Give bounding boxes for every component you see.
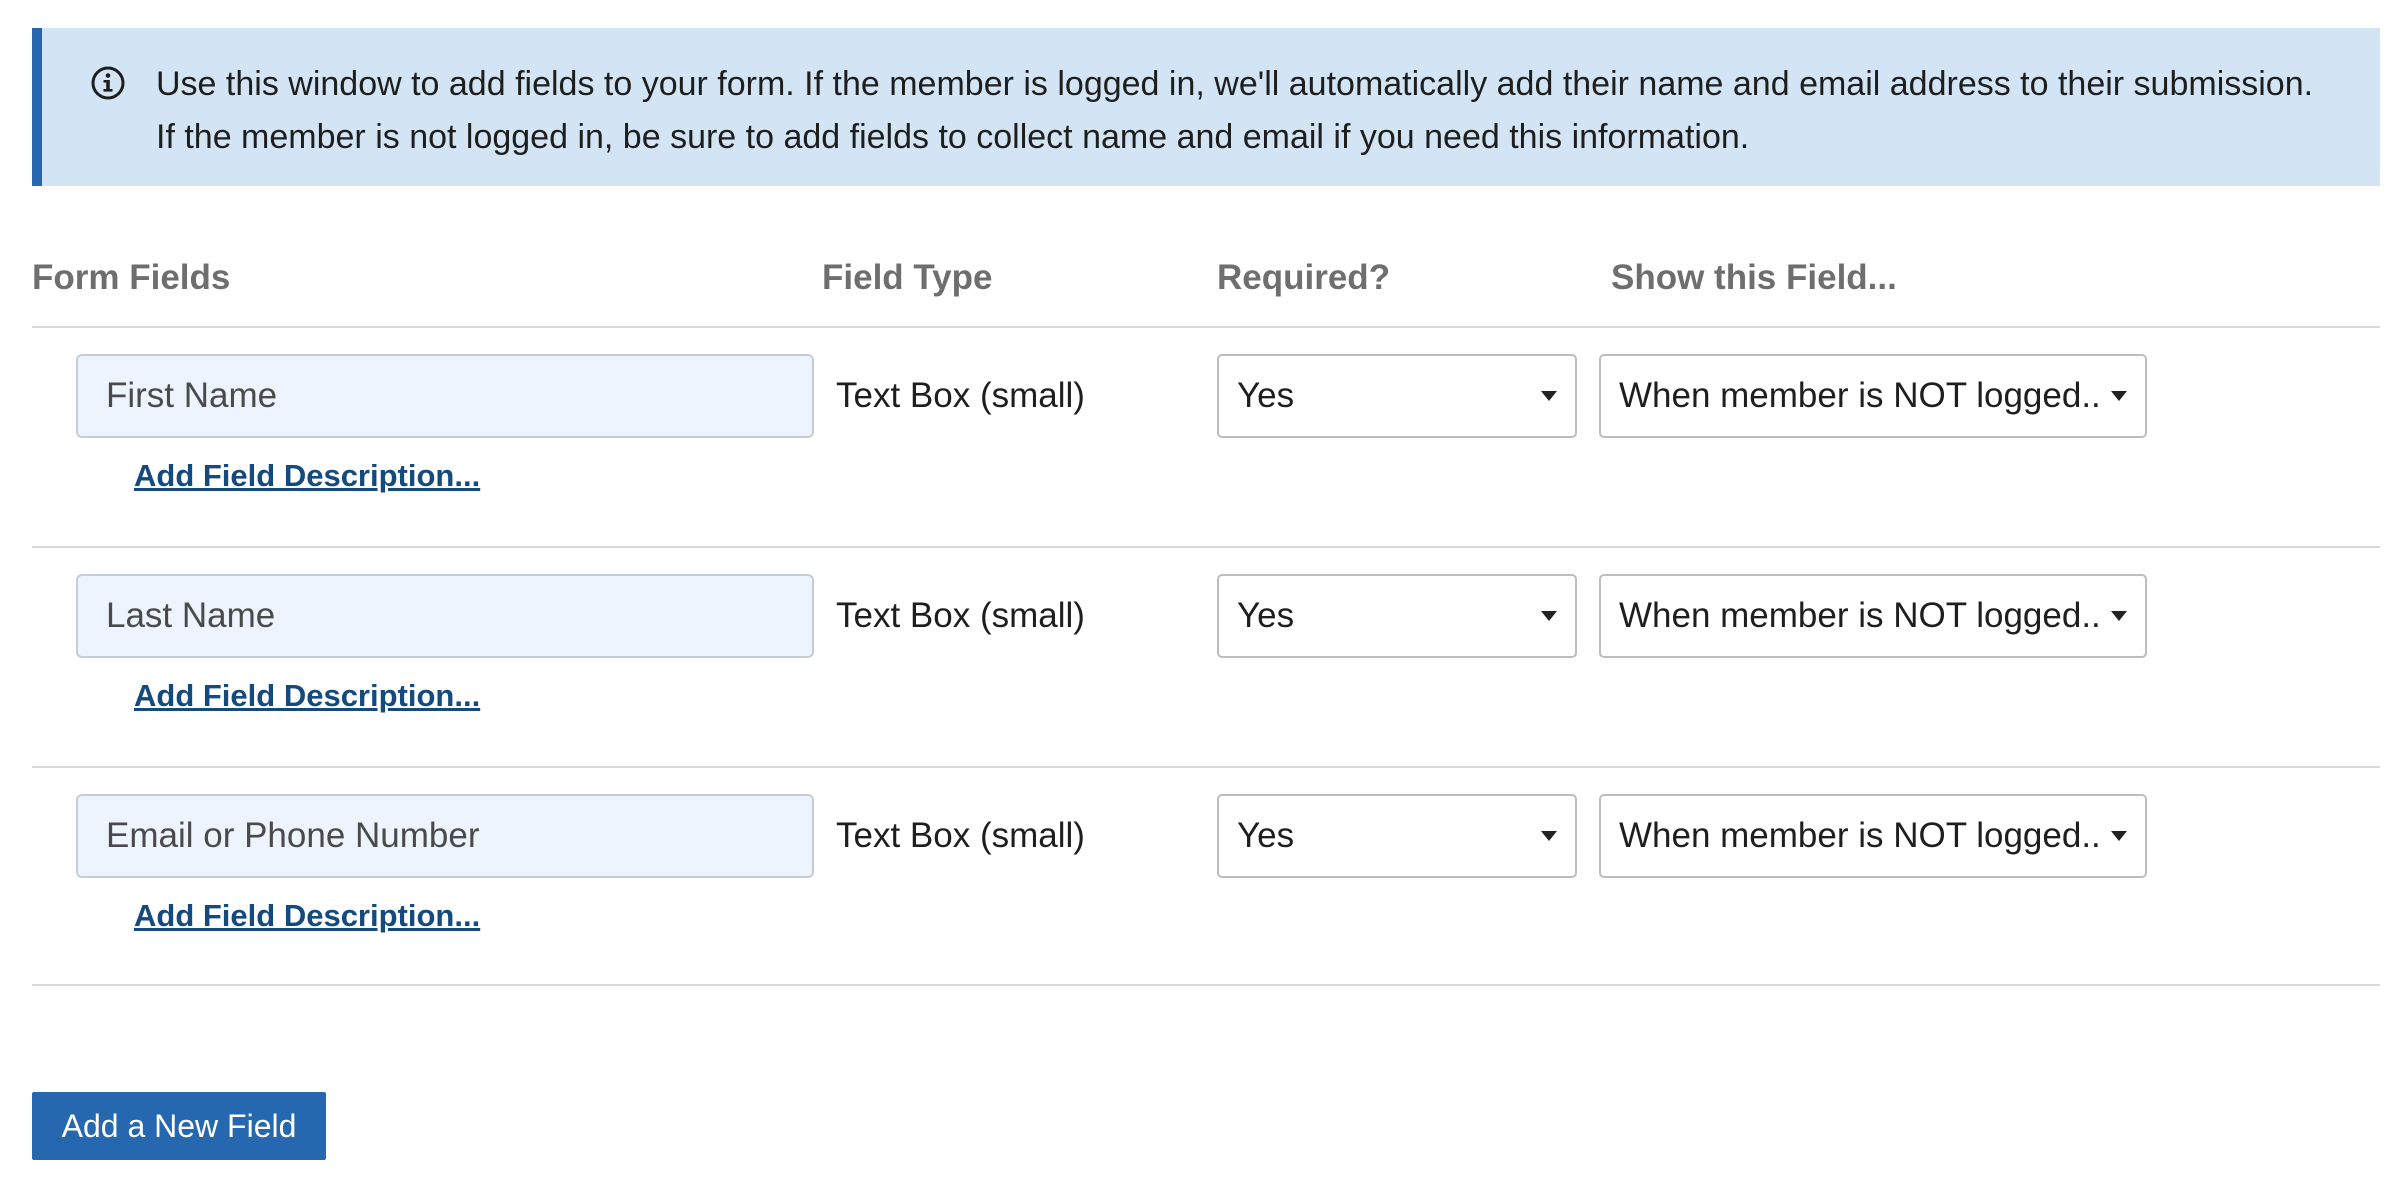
field-type-label: Text Box (small) (836, 376, 1085, 415)
info-message-line-2: If the member is not logged in, be sure … (156, 118, 1750, 156)
show-field-select[interactable]: When member is NOT logged... (1599, 354, 2147, 438)
add-field-description-link[interactable]: Add Field Description... (134, 678, 480, 714)
show-field-select[interactable]: When member is NOT logged... (1599, 574, 2147, 658)
column-header-form-fields: Form Fields (32, 258, 231, 297)
caret-down-icon (1541, 391, 1557, 401)
required-select[interactable]: Yes (1217, 794, 1577, 878)
info-message-line-1: Use this window to add fields to your fo… (156, 65, 2314, 103)
show-field-select[interactable]: When member is NOT logged... (1599, 794, 2147, 878)
show-field-select-value: When member is NOT logged... (1619, 376, 2099, 415)
field-name-input[interactable] (76, 574, 814, 658)
required-select[interactable]: Yes (1217, 574, 1577, 658)
field-type-label: Text Box (small) (836, 596, 1085, 635)
field-name-input[interactable] (76, 354, 814, 438)
row-divider (32, 984, 2380, 986)
field-name-input[interactable] (76, 794, 814, 878)
add-field-description-link[interactable]: Add Field Description... (134, 898, 480, 934)
caret-down-icon (1541, 831, 1557, 841)
column-header-show-field: Show this Field... (1611, 258, 1897, 297)
info-banner: Use this window to add fields to your fo… (32, 28, 2380, 186)
field-row-first-name: Text Box (small) Yes When member is NOT … (32, 328, 2380, 548)
info-message: Use this window to add fields to your fo… (156, 58, 2313, 164)
column-header-field-type: Field Type (822, 258, 993, 297)
required-select-value: Yes (1237, 816, 1295, 855)
column-header-required: Required? (1217, 258, 1391, 297)
add-new-field-button[interactable]: Add a New Field (32, 1092, 326, 1160)
info-circle-icon (91, 66, 125, 100)
caret-down-icon (2111, 391, 2127, 401)
caret-down-icon (1541, 611, 1557, 621)
show-field-select-value: When member is NOT logged... (1619, 816, 2099, 855)
required-select[interactable]: Yes (1217, 354, 1577, 438)
caret-down-icon (2111, 611, 2127, 621)
form-fields-editor: Use this window to add fields to your fo… (0, 0, 2400, 1200)
show-field-select-value: When member is NOT logged... (1619, 596, 2099, 635)
field-row-last-name: Text Box (small) Yes When member is NOT … (32, 548, 2380, 768)
add-field-description-link[interactable]: Add Field Description... (134, 458, 480, 494)
field-row-email-or-phone: Text Box (small) Yes When member is NOT … (32, 768, 2380, 988)
caret-down-icon (2111, 831, 2127, 841)
required-select-value: Yes (1237, 596, 1295, 635)
field-type-label: Text Box (small) (836, 816, 1085, 855)
required-select-value: Yes (1237, 376, 1295, 415)
